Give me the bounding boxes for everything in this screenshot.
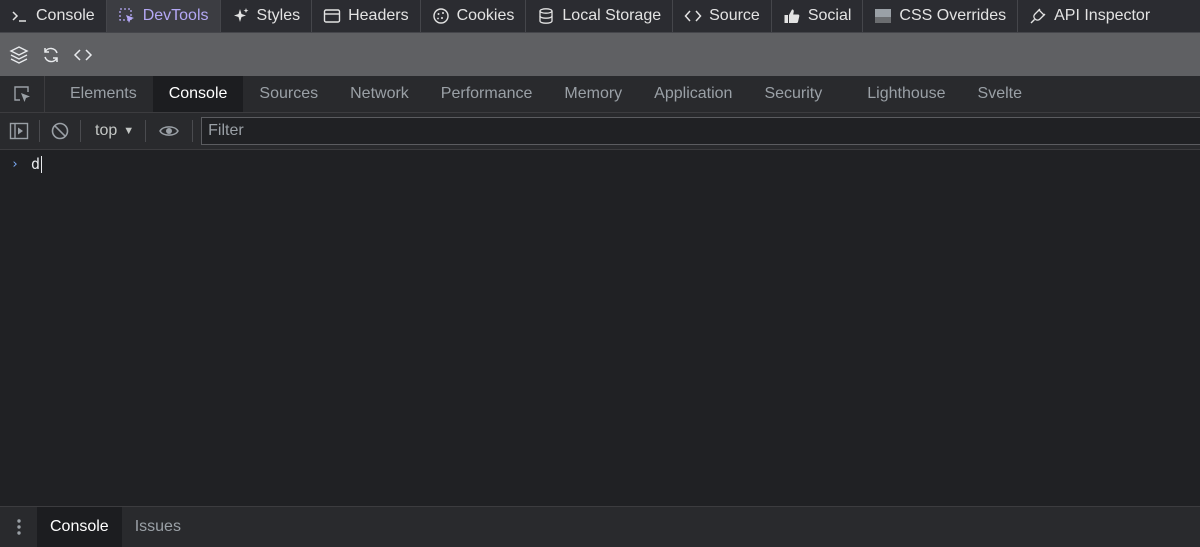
ext-tab-css-overrides[interactable]: CSS Overrides [863, 0, 1019, 32]
drawer-tab-console[interactable]: Console [37, 507, 122, 547]
tab-application[interactable]: Application [638, 76, 748, 112]
console-toolbar: top ▼ [0, 113, 1200, 150]
prompt-chevron-icon: › [11, 156, 19, 172]
cursor-icon [118, 7, 136, 25]
filter-box [201, 117, 1200, 145]
ext-tab-label: Social [807, 7, 852, 24]
filter-input[interactable] [208, 122, 1200, 140]
console-output[interactable]: › d [0, 150, 1200, 506]
devtools-window: Console DevTools Styles Headers Cookies [0, 0, 1200, 547]
ext-tab-cookies[interactable]: Cookies [421, 0, 527, 32]
ext-tab-label: Cookies [456, 7, 515, 24]
window-icon [323, 7, 341, 25]
drawer-tab-bar: Console Issues [0, 506, 1200, 547]
tab-lighthouse[interactable]: Lighthouse [851, 76, 961, 112]
css-icon [874, 7, 892, 25]
sparkle-icon [232, 7, 250, 25]
code-icon [684, 7, 702, 25]
ext-tab-styles[interactable]: Styles [221, 0, 313, 32]
drawer-menu-button[interactable] [0, 507, 37, 547]
ext-tab-label: Headers [348, 7, 409, 24]
thumbs-up-icon [783, 7, 801, 25]
execution-context-select[interactable]: top ▼ [95, 122, 134, 140]
tab-elements[interactable]: Elements [45, 76, 153, 112]
ext-tab-label: Local Storage [562, 7, 662, 24]
layers-icon[interactable] [9, 45, 29, 65]
inspect-element-button[interactable] [0, 76, 45, 112]
select-element-icon [12, 84, 32, 104]
database-icon [537, 7, 555, 25]
refresh-icon[interactable] [41, 45, 61, 65]
code-icon[interactable] [73, 45, 93, 65]
extension-tab-bar: Console DevTools Styles Headers Cookies [0, 0, 1200, 33]
ext-tab-headers[interactable]: Headers [312, 0, 421, 32]
tab-svelte[interactable]: Svelte [962, 76, 1038, 112]
panel-tab-bar: Elements Console Sources Network Perform… [0, 76, 1200, 113]
terminal-icon [11, 7, 29, 25]
cookie-icon [432, 7, 450, 25]
ext-tab-label: Styles [256, 7, 301, 24]
tab-performance[interactable]: Performance [425, 76, 549, 112]
tab-sources[interactable]: Sources [243, 76, 334, 112]
ext-tab-api-inspector[interactable]: API Inspector [1018, 0, 1161, 32]
tab-console[interactable]: Console [152, 76, 244, 112]
ext-tab-label: Source [709, 7, 760, 24]
extension-toolbar [0, 33, 1200, 76]
console-prompt[interactable]: › d [0, 150, 1200, 178]
tab-memory[interactable]: Memory [548, 76, 638, 112]
more-vertical-icon [16, 517, 22, 537]
text-cursor [41, 155, 43, 173]
toolbar-divider [80, 120, 81, 142]
drawer-tab-issues[interactable]: Issues [122, 507, 194, 547]
console-input-text[interactable]: d [31, 155, 40, 173]
context-value: top [95, 122, 118, 139]
toolbar-divider [192, 120, 194, 142]
plug-icon [1029, 7, 1047, 25]
ext-tab-label: CSS Overrides [899, 7, 1007, 24]
clear-console-icon[interactable] [50, 121, 70, 141]
toolbar-divider [145, 120, 147, 142]
ext-tab-label: API Inspector [1054, 7, 1151, 24]
caret-down-icon: ▼ [123, 125, 135, 137]
ext-tab-label: DevTools [142, 7, 209, 24]
ext-tab-devtools[interactable]: DevTools [106, 0, 221, 32]
ext-tab-social[interactable]: Social [772, 0, 864, 32]
toolbar-divider [39, 120, 40, 142]
ext-tab-label: Console [36, 7, 95, 24]
tab-network[interactable]: Network [334, 76, 425, 112]
tab-security[interactable]: Security [748, 76, 851, 112]
ext-tab-local-storage[interactable]: Local Storage [526, 0, 674, 32]
eye-icon[interactable] [159, 121, 179, 141]
ext-tab-console[interactable]: Console [0, 0, 107, 32]
ext-tab-source[interactable]: Source [673, 0, 772, 32]
show-sidebar-icon[interactable] [9, 121, 29, 141]
